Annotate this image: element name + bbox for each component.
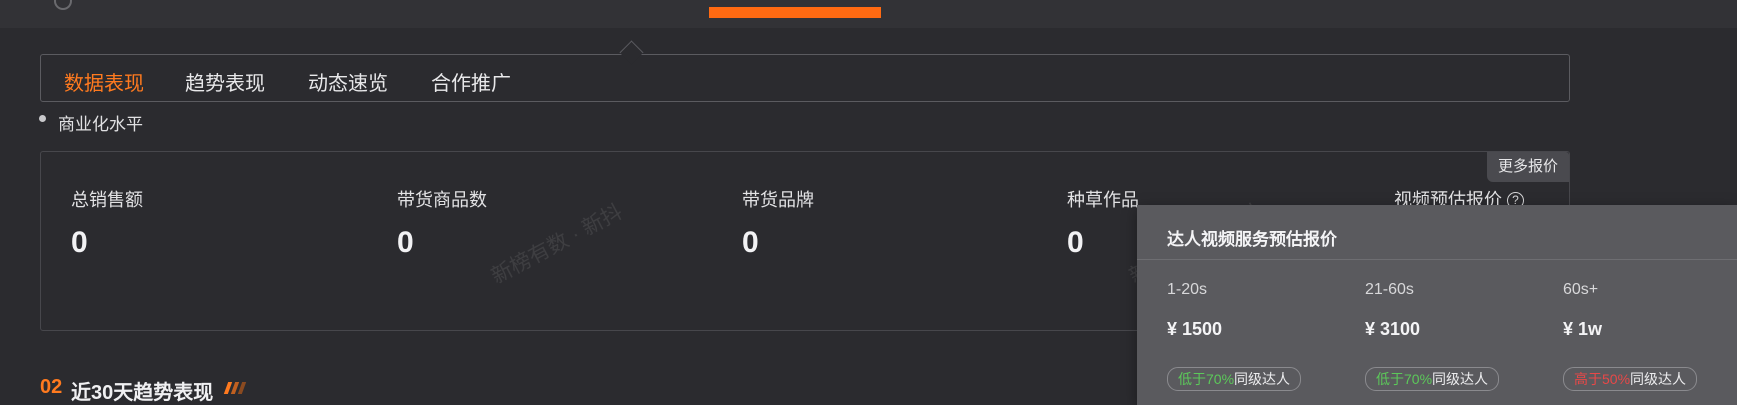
stat-value-products: 0: [397, 226, 414, 259]
bullet-icon: [39, 115, 46, 122]
price-compare-badge: 高于50%同级达人: [1563, 367, 1698, 391]
tab-bar: [40, 54, 1570, 102]
logo-icon: [54, 0, 72, 10]
price-duration: 21-60s: [1365, 281, 1414, 298]
video-quote-popover: 达人视频服务预估报价 1-20s ¥ 1500 低于70%同级达人 21-60s…: [1137, 205, 1737, 405]
price-duration: 1-20s: [1167, 281, 1208, 298]
stat-label-products: 带货商品数: [397, 190, 487, 210]
price-compare-badge: 低于70%同级达人: [1167, 367, 1302, 391]
price-column: 60s+ ¥ 1w 高于50%同级达人: [1533, 205, 1713, 405]
compare-text: 同级达人: [1234, 371, 1291, 387]
compare-text: 同级达人: [1432, 371, 1489, 387]
price-column: 1-20s ¥ 1500 低于70%同级达人: [1137, 205, 1317, 405]
compare-percent: 低于70%: [1178, 371, 1235, 387]
stat-label-seeding-works: 种草作品: [1067, 190, 1139, 210]
compare-percent: 高于50%: [1574, 371, 1631, 387]
compare-percent: 低于70%: [1376, 371, 1433, 387]
tab-activity-overview[interactable]: 动态速览: [308, 67, 388, 96]
price-compare-badge: 低于70%同级达人: [1365, 367, 1500, 391]
stat-value-total-sales: 0: [71, 226, 88, 259]
compare-text: 同级达人: [1630, 371, 1687, 387]
price-value: ¥ 1500: [1167, 319, 1223, 339]
price-column: 21-60s ¥ 3100 低于70%同级达人: [1335, 205, 1515, 405]
section-title-30day-trend: 近30天趋势表现: [71, 382, 214, 404]
stat-value-brands: 0: [742, 226, 759, 259]
price-value: ¥ 3100: [1365, 319, 1421, 339]
section-number: 02: [40, 376, 63, 398]
top-nav-bar: [0, 0, 1737, 28]
title-decoration-icon: [223, 381, 247, 399]
price-value: ¥ 1w: [1563, 319, 1603, 339]
more-quotes-button[interactable]: 更多报价: [1487, 152, 1569, 182]
stat-label-total-sales: 总销售额: [71, 190, 143, 210]
tab-trend-performance[interactable]: 趋势表现: [185, 67, 265, 96]
stat-value-seeding-works: 0: [1067, 226, 1084, 259]
stat-label-brands: 带货品牌: [742, 190, 814, 210]
tab-data-performance[interactable]: 数据表现: [64, 67, 144, 96]
tab-cooperation-promotion[interactable]: 合作推广: [431, 67, 511, 96]
section-title-commercialization: 商业化水平: [58, 115, 143, 134]
price-duration: 60s+: [1563, 281, 1599, 298]
active-nav-indicator: [709, 7, 881, 18]
